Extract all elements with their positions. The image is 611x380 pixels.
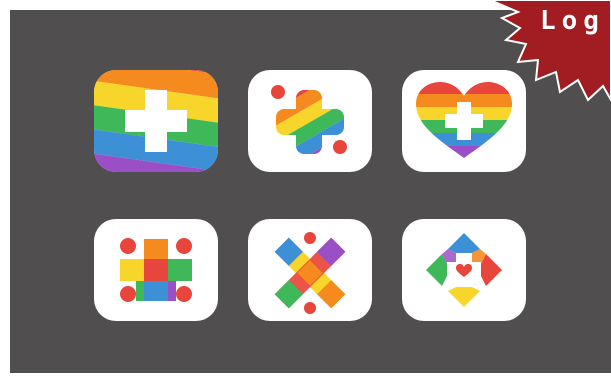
color-block-cross-dots-graphic	[120, 238, 192, 302]
rainbow-heart-cross-icon[interactable]	[402, 70, 526, 172]
rainbow-x-bandage-graphic	[274, 232, 346, 314]
rainbow-x-bandage-icon[interactable]	[248, 219, 372, 321]
canvas: Log	[0, 0, 611, 380]
flower-heart-cross-icon[interactable]	[402, 219, 526, 321]
rainbow-plus-dots-graphic	[271, 85, 347, 154]
flower-heart-cross-graphic	[426, 233, 502, 307]
rainbow-square-cross-icon[interactable]	[94, 70, 218, 172]
rainbow-heart-cross-graphic	[416, 82, 512, 158]
color-block-cross-dots-icon[interactable]	[94, 219, 218, 321]
rainbow-square-cross-graphic	[94, 70, 218, 172]
rainbow-plus-dots-icon[interactable]	[248, 70, 372, 172]
